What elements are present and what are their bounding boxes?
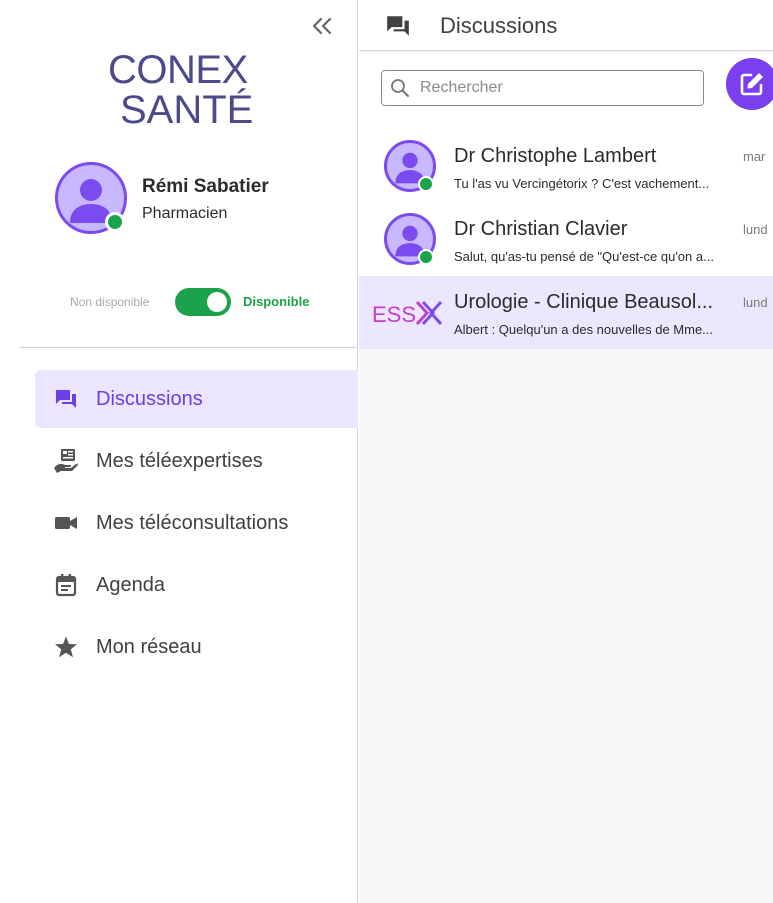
presence-dot <box>105 212 125 232</box>
page-title: Discussions <box>440 13 558 38</box>
logo-line1: CONE <box>108 48 222 92</box>
sidebar: CONEX SANTÉ Rémi Sabatier Pharmacien Non… <box>0 0 358 903</box>
conversation-preview: Tu l'as vu Vercingétorix ? C'est vacheme… <box>454 176 710 191</box>
new-discussion-button[interactable] <box>726 58 773 110</box>
presence-dot <box>418 249 434 265</box>
conversation-name: Urologie - Clinique Beausol... <box>454 291 714 313</box>
sidebar-item-reseau[interactable]: Mon réseau <box>35 618 358 676</box>
sidebar-item-label: Mes téléexpertises <box>96 449 263 472</box>
star-icon <box>53 634 79 660</box>
conversation-list: Dr Christophe Lambert mar Tu l'as vu Ver… <box>359 130 773 349</box>
conversation-name: Dr Christian Clavier <box>454 218 628 240</box>
presence-dot <box>418 176 434 192</box>
profile-name: Rémi Sabatier <box>142 176 269 197</box>
video-camera-icon <box>53 510 79 536</box>
conversation-item[interactable]: ESS Urologie - Clinique Beausol... lund … <box>359 276 773 349</box>
conversation-item[interactable]: Dr Christophe Lambert mar Tu l'as vu Ver… <box>359 130 773 203</box>
availability-toggle[interactable] <box>175 288 231 316</box>
app-logo: CONEX SANTÉ <box>108 50 278 130</box>
sidebar-nav: Discussions Mes téléexpertises Mes téléc… <box>35 370 358 680</box>
profile-role: Pharmacien <box>142 205 228 222</box>
sidebar-item-teleconsultations[interactable]: Mes téléconsultations <box>35 494 358 552</box>
avatar <box>384 140 436 192</box>
discussions-panel: Discussions Rechercher Dr Christophe Lam… <box>359 0 773 903</box>
sidebar-item-label: Mon réseau <box>96 635 202 658</box>
conversation-item[interactable]: Dr Christian Clavier lund Salut, qu'as-t… <box>359 203 773 276</box>
user-silhouette-icon <box>395 152 425 184</box>
chat-bubbles-icon <box>387 16 409 36</box>
chat-bubbles-icon <box>53 386 79 412</box>
hand-document-icon <box>53 448 79 474</box>
availability-off-label: Non disponible <box>70 295 150 309</box>
sidebar-item-label: Mes téléconsultations <box>96 511 289 534</box>
sidebar-item-discussions[interactable]: Discussions <box>35 370 358 428</box>
logo-line2: SANTÉ <box>120 88 254 132</box>
search-icon <box>391 79 409 97</box>
conversation-date: mar <box>743 149 766 164</box>
conversation-date: lund <box>743 222 768 237</box>
group-logo-text: ESS <box>372 302 416 327</box>
search-input[interactable] <box>420 76 690 100</box>
conversation-preview: Albert : Quelqu'un a des nouvelles de Mm… <box>454 322 714 337</box>
sidebar-item-teleexpertises[interactable]: Mes téléexpertises <box>35 432 358 490</box>
search-bar <box>359 52 773 130</box>
panel-header: Discussions <box>359 0 773 51</box>
conversation-name: Dr Christophe Lambert <box>454 145 657 167</box>
sidebar-item-agenda[interactable]: Agenda <box>35 556 358 614</box>
user-profile: Rémi Sabatier Pharmacien <box>55 162 355 242</box>
sidebar-item-label: Agenda <box>96 573 165 596</box>
group-logo: ESS <box>372 300 443 327</box>
conversation-preview: Salut, qu'as-tu pensé de "Qu'est-ce qu'o… <box>454 249 714 264</box>
availability-on-label: Disponible <box>243 294 310 309</box>
search-box <box>381 70 704 106</box>
collapse-sidebar-button[interactable] <box>308 12 336 40</box>
toggle-knob <box>207 292 227 312</box>
conversation-date: lund <box>743 295 768 310</box>
sidebar-item-label: Discussions <box>96 387 203 410</box>
availability-switch-row: Non disponible Disponible <box>0 286 358 320</box>
logo-mark: X <box>221 48 249 92</box>
double-chevron-left-icon <box>312 17 332 35</box>
avatar <box>384 213 436 265</box>
user-silhouette-icon <box>395 225 425 257</box>
calendar-icon <box>53 572 79 598</box>
sidebar-divider <box>20 347 357 348</box>
compose-icon <box>740 73 763 96</box>
